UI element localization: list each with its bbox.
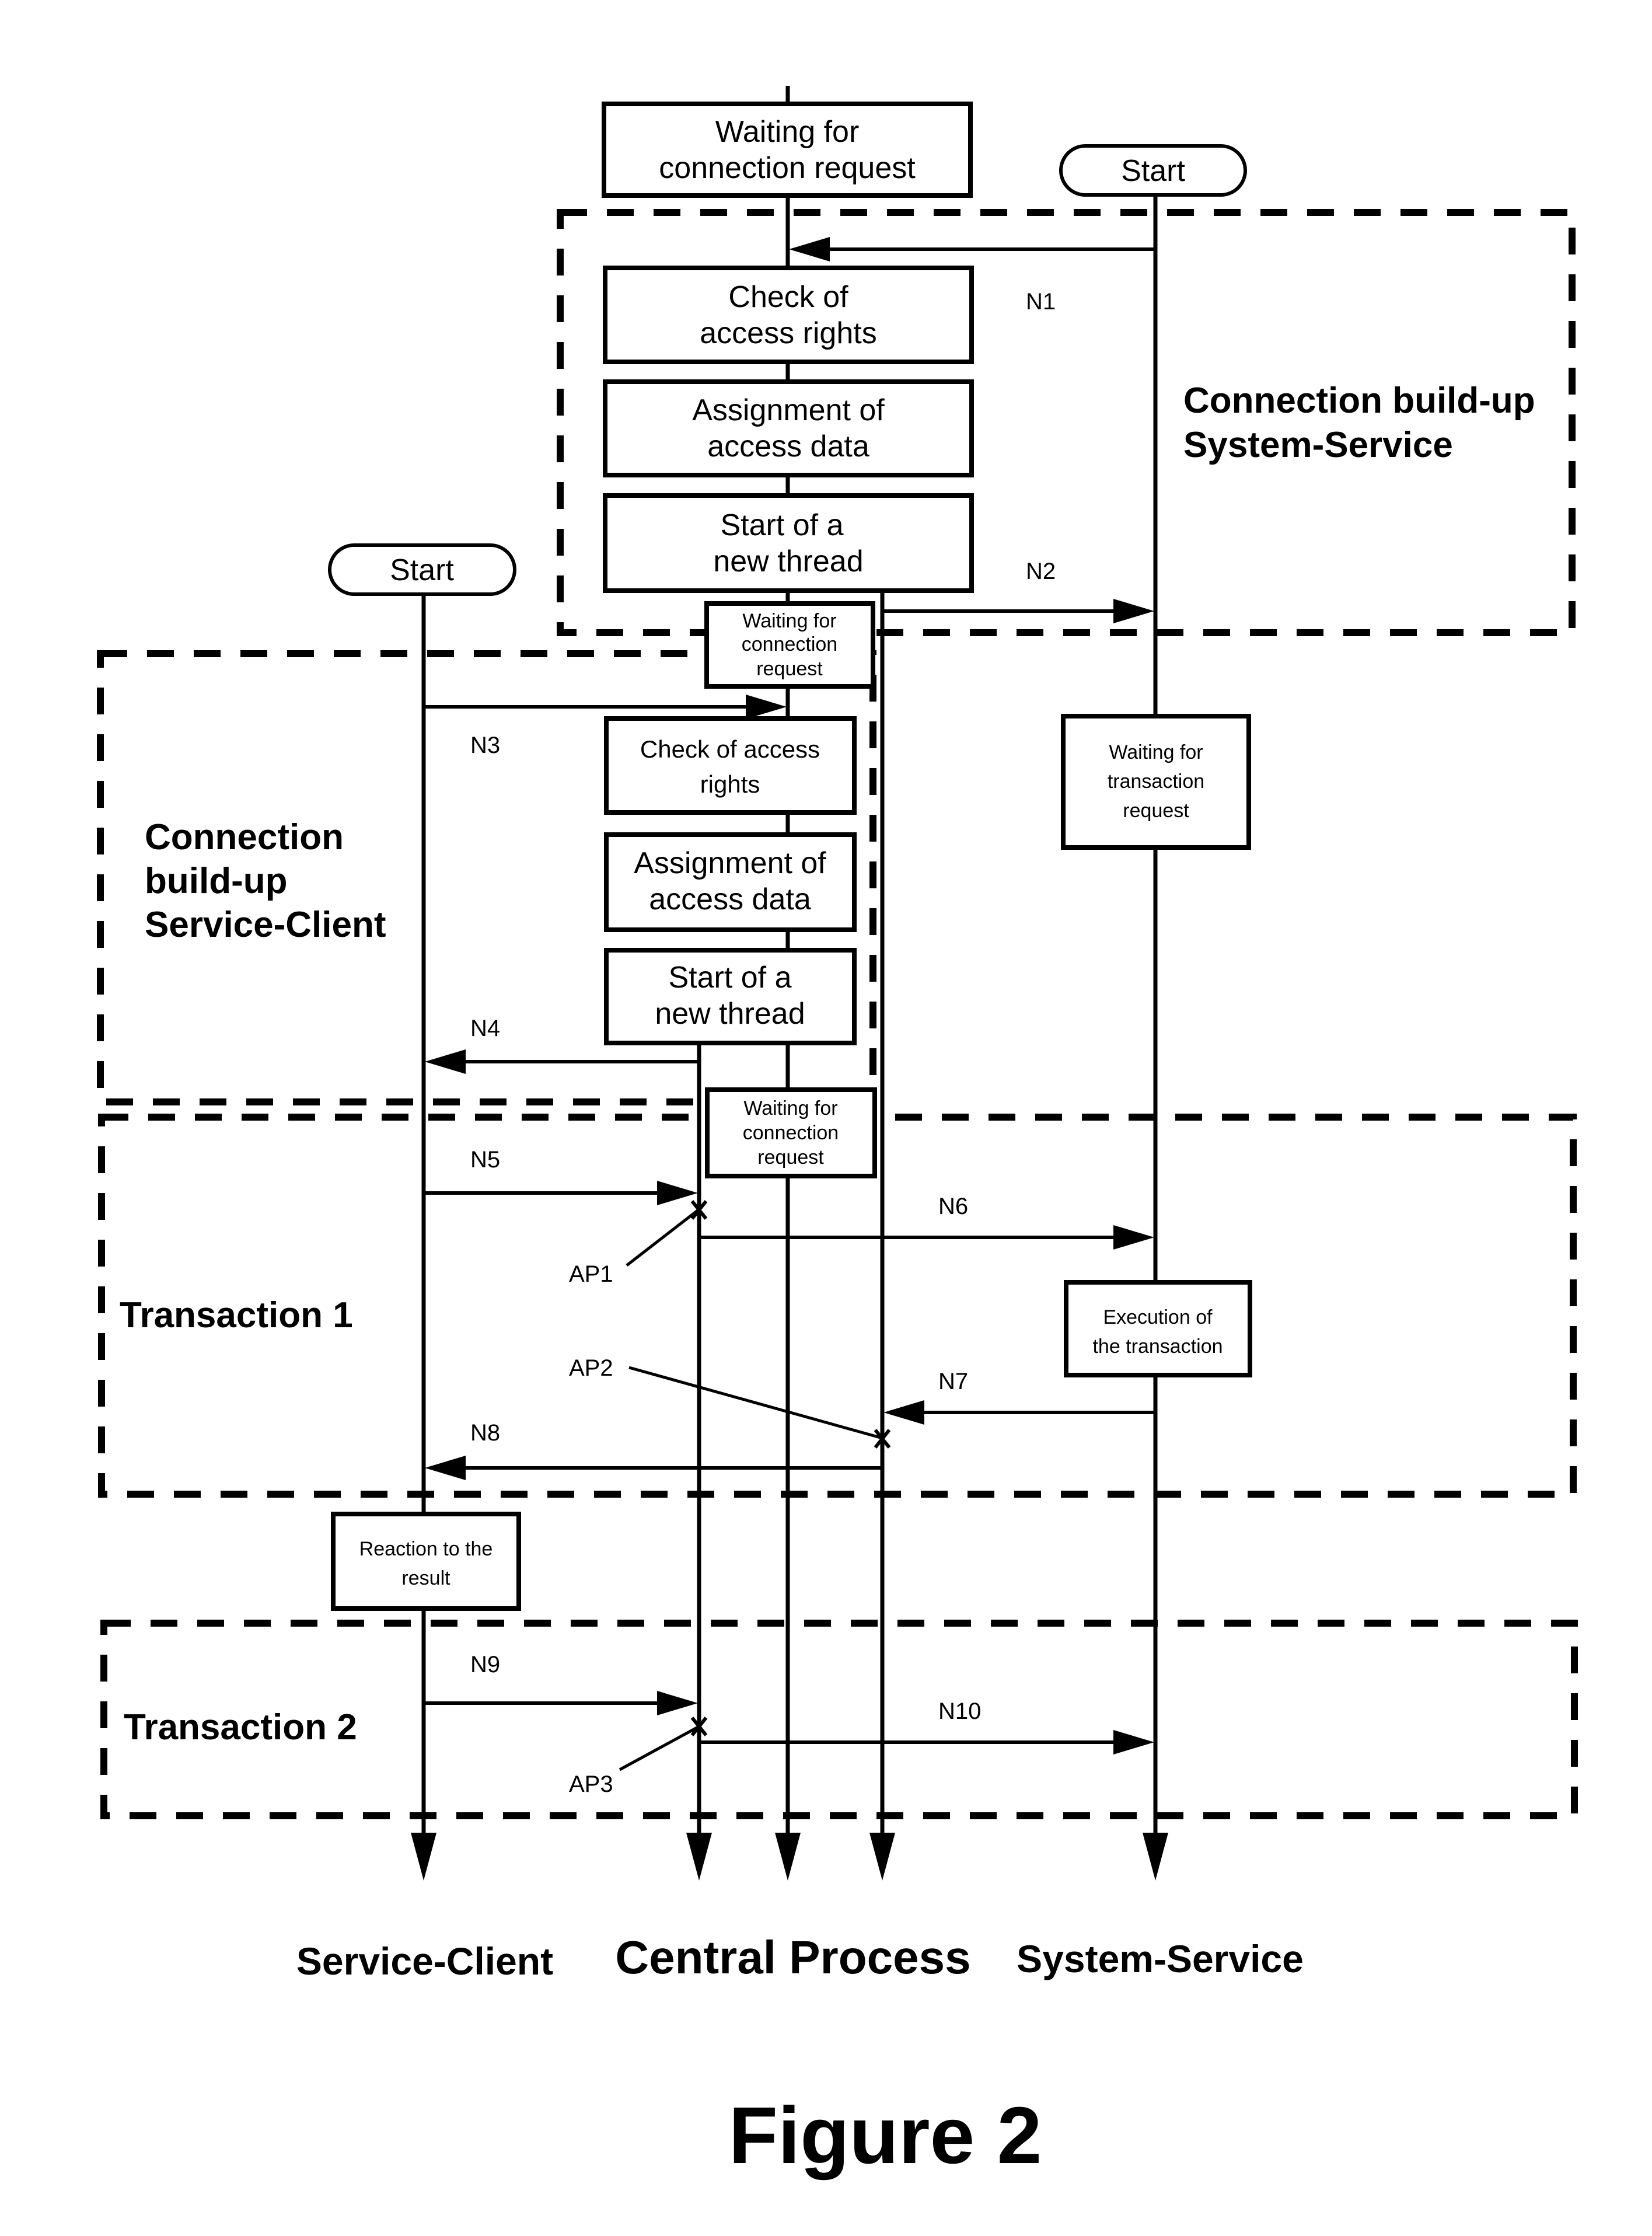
section-title-conn-service-client-line1: Connection — [145, 817, 344, 857]
lifeline-end-arrow-system-service — [1143, 1833, 1168, 1881]
box-check-rights-2-line1: Check of access — [640, 735, 820, 763]
msg-n2-arrowhead — [1113, 599, 1154, 623]
section-title-transaction-2: Transaction 2 — [124, 1707, 357, 1747]
section-title-conn-system-service-line1: Connection build-up — [1183, 381, 1535, 421]
msg-n6-arrowhead — [1113, 1225, 1154, 1250]
box-execution-line2: the transaction — [1092, 1335, 1223, 1358]
box-start-thread-1-line2: new thread — [713, 545, 863, 578]
box-wait-conn-1-line2: connection request — [659, 151, 916, 185]
box-wait-conn-3-line3: request — [757, 1146, 824, 1168]
msg-n1-label: N1 — [1026, 289, 1056, 315]
lifeline-end-arrow-thread-1 — [869, 1833, 895, 1881]
msg-n4-label: N4 — [470, 1016, 500, 1041]
box-check-rights-1-line1: Check of — [728, 280, 848, 314]
msg-n1-arrowhead — [789, 237, 830, 261]
box-execution — [1064, 1280, 1252, 1377]
ap3-leader — [619, 1725, 700, 1771]
lifeline-end-arrow-thread-2 — [686, 1833, 712, 1881]
msg-n10-label: N10 — [938, 1698, 981, 1724]
lane-label-service-client: Service-Client — [296, 1940, 553, 1983]
figure-canvas: Start Start Waiting for connection reque… — [0, 0, 1652, 2236]
msg-n3-label: N3 — [470, 732, 500, 758]
msg-n8-label: N8 — [470, 1420, 500, 1446]
box-assign-data-2-line1: Assignment of — [634, 846, 826, 880]
box-wait-transaction-line2: transaction — [1108, 770, 1204, 793]
box-check-rights-2-line2: rights — [700, 770, 760, 798]
section-title-conn-system-service-line2: System-Service — [1183, 425, 1453, 465]
box-wait-conn-2-line2: connection — [742, 633, 837, 655]
box-start-thread-1-line1: Start of a — [721, 508, 844, 542]
section-title-transaction-1: Transaction 1 — [120, 1295, 353, 1335]
box-wait-conn-3-line2: connection — [743, 1122, 839, 1144]
start-label-system-service: Start — [1121, 154, 1185, 188]
lifeline-end-arrow-central — [775, 1833, 801, 1881]
box-reaction-line1: Reaction to the — [359, 1538, 493, 1560]
box-start-thread-2-line1: Start of a — [669, 961, 792, 995]
box-start-thread-2-line2: new thread — [655, 997, 805, 1031]
section-title-conn-service-client-line2: build-up — [145, 861, 287, 901]
msg-n3-arrowhead — [746, 695, 787, 719]
box-wait-conn-3-line1: Waiting for — [743, 1097, 837, 1119]
msg-n8-arrowhead — [425, 1456, 466, 1480]
box-reaction — [331, 1512, 521, 1611]
msg-n7-label: N7 — [938, 1369, 968, 1394]
msg-n5-label: N5 — [470, 1147, 500, 1173]
box-assign-data-1-line2: access data — [707, 430, 869, 463]
box-reaction-line2: result — [401, 1567, 450, 1589]
ap1-leader — [626, 1208, 700, 1267]
lane-label-system-service: System-Service — [1017, 1937, 1304, 1980]
lifeline-end-arrow-service-client — [411, 1833, 436, 1881]
ap1-label: AP1 — [569, 1261, 613, 1287]
start-label-service-client: Start — [390, 553, 454, 587]
box-wait-transaction-line3: request — [1123, 800, 1189, 822]
box-wait-conn-2-line1: Waiting for — [742, 610, 836, 632]
section-title-conn-service-client-line3: Service-Client — [145, 905, 386, 945]
ap2-leader — [628, 1366, 883, 1440]
ap2-label: AP2 — [569, 1355, 613, 1381]
sequence-diagram: Start Start Waiting for connection reque… — [97, 86, 1578, 2181]
box-execution-line1: Execution of — [1103, 1306, 1213, 1328]
msg-n2-label: N2 — [1026, 559, 1056, 584]
ap3-label: AP3 — [569, 1771, 613, 1797]
box-check-rights-2 — [604, 716, 857, 815]
box-check-rights-1-line2: access rights — [700, 316, 876, 350]
figure-title: Figure 2 — [729, 2091, 1042, 2181]
box-wait-transaction-line1: Waiting for — [1109, 741, 1203, 763]
msg-n6-label: N6 — [938, 1194, 968, 1219]
msg-n9-label: N9 — [470, 1652, 500, 1677]
msg-n7-arrowhead — [883, 1400, 924, 1425]
lane-label-central-process: Central Process — [615, 1931, 970, 1983]
box-assign-data-2-line2: access data — [649, 882, 811, 916]
box-wait-conn-1-line1: Waiting for — [715, 115, 860, 149]
msg-n9-arrowhead — [657, 1691, 698, 1715]
msg-n4-arrowhead — [425, 1049, 466, 1074]
msg-n10-arrowhead — [1113, 1730, 1154, 1754]
box-wait-conn-2-line3: request — [756, 658, 823, 680]
box-assign-data-1-line1: Assignment of — [692, 393, 885, 427]
